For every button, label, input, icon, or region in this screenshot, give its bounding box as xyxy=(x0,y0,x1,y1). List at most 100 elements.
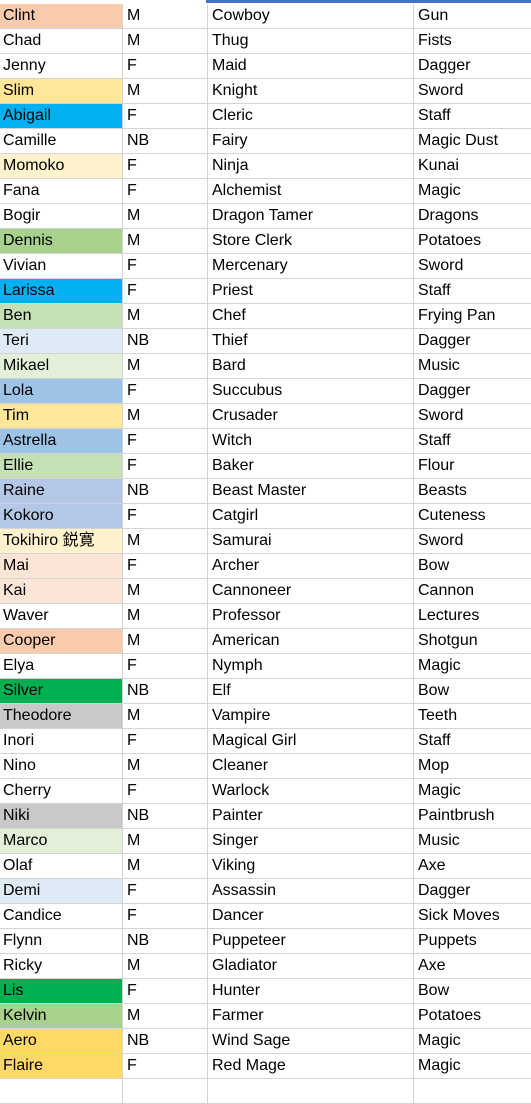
cell-gender[interactable]: M xyxy=(123,829,208,853)
cell-weapon[interactable]: Sword xyxy=(414,79,531,103)
cell-class[interactable]: Singer xyxy=(208,829,414,853)
cell-weapon[interactable]: Dagger xyxy=(414,879,531,903)
cell-gender[interactable]: F xyxy=(123,654,208,678)
cell-class[interactable]: Cleric xyxy=(208,104,414,128)
cell-class[interactable]: Puppeteer xyxy=(208,929,414,953)
cell-weapon[interactable]: Magic xyxy=(414,779,531,803)
cell-weapon[interactable]: Dagger xyxy=(414,379,531,403)
cell-gender[interactable]: NB xyxy=(123,129,208,153)
cell-class[interactable]: Bard xyxy=(208,354,414,378)
cell-name[interactable]: Aero xyxy=(0,1029,123,1053)
cell-weapon[interactable]: Staff xyxy=(414,104,531,128)
cell-name[interactable]: Inori xyxy=(0,729,123,753)
cell-class[interactable]: Knight xyxy=(208,79,414,103)
cell-class[interactable]: Viking xyxy=(208,854,414,878)
cell-class[interactable]: Cleaner xyxy=(208,754,414,778)
cell-weapon[interactable]: Cannon xyxy=(414,579,531,603)
cell-name[interactable]: Astrella xyxy=(0,429,123,453)
cell-gender[interactable]: M xyxy=(123,704,208,728)
cell-gender[interactable]: F xyxy=(123,504,208,528)
cell-weapon[interactable]: Beasts xyxy=(414,479,531,503)
cell-gender[interactable]: M xyxy=(123,229,208,253)
cell-name[interactable]: Lis xyxy=(0,979,123,1003)
cell-weapon[interactable]: Magic xyxy=(414,1054,531,1078)
cell-class[interactable]: Magical Girl xyxy=(208,729,414,753)
cell-weapon[interactable]: Paintbrush xyxy=(414,804,531,828)
cell-gender[interactable]: F xyxy=(123,729,208,753)
cell-name[interactable]: Clint xyxy=(0,4,123,28)
cell-class[interactable]: Ninja xyxy=(208,154,414,178)
cell-class[interactable]: Assassin xyxy=(208,879,414,903)
cell-class[interactable]: Mercenary xyxy=(208,254,414,278)
cell-name[interactable]: Theodore xyxy=(0,704,123,728)
cell-class[interactable]: Witch xyxy=(208,429,414,453)
cell-weapon[interactable]: Axe xyxy=(414,854,531,878)
cell-class[interactable]: Thief xyxy=(208,329,414,353)
cell-gender[interactable]: F xyxy=(123,104,208,128)
cell-weapon[interactable]: Sword xyxy=(414,254,531,278)
cell-name[interactable]: Momoko xyxy=(0,154,123,178)
cell-class[interactable]: Warlock xyxy=(208,779,414,803)
cell-class[interactable]: Farmer xyxy=(208,1004,414,1028)
cell-gender[interactable]: M xyxy=(123,854,208,878)
empty-cell[interactable] xyxy=(0,1079,123,1103)
cell-class[interactable]: Hunter xyxy=(208,979,414,1003)
cell-weapon[interactable]: Sword xyxy=(414,529,531,553)
cell-weapon[interactable]: Puppets xyxy=(414,929,531,953)
cell-class[interactable]: Red Mage xyxy=(208,1054,414,1078)
cell-name[interactable]: Cooper xyxy=(0,629,123,653)
cell-name[interactable]: Dennis xyxy=(0,229,123,253)
cell-class[interactable]: Baker xyxy=(208,454,414,478)
cell-name[interactable]: Mai xyxy=(0,554,123,578)
cell-weapon[interactable]: Bow xyxy=(414,554,531,578)
cell-weapon[interactable]: Staff xyxy=(414,279,531,303)
cell-weapon[interactable]: Music xyxy=(414,829,531,853)
cell-name[interactable]: Niki xyxy=(0,804,123,828)
cell-gender[interactable]: M xyxy=(123,629,208,653)
cell-name[interactable]: Abigail xyxy=(0,104,123,128)
cell-gender[interactable]: F xyxy=(123,154,208,178)
cell-gender[interactable]: M xyxy=(123,529,208,553)
cell-weapon[interactable]: Potatoes xyxy=(414,229,531,253)
cell-weapon[interactable]: Kunai xyxy=(414,154,531,178)
cell-gender[interactable]: F xyxy=(123,254,208,278)
cell-weapon[interactable]: Dagger xyxy=(414,54,531,78)
cell-class[interactable]: Dancer xyxy=(208,904,414,928)
cell-class[interactable]: Cowboy xyxy=(208,4,414,28)
cell-class[interactable]: Priest xyxy=(208,279,414,303)
cell-gender[interactable]: F xyxy=(123,554,208,578)
cell-class[interactable]: Dragon Tamer xyxy=(208,204,414,228)
cell-class[interactable]: Alchemist xyxy=(208,179,414,203)
cell-gender[interactable]: F xyxy=(123,1054,208,1078)
empty-cell[interactable] xyxy=(208,1079,414,1103)
cell-weapon[interactable]: Frying Pan xyxy=(414,304,531,328)
cell-class[interactable]: Vampire xyxy=(208,704,414,728)
cell-class[interactable]: Beast Master xyxy=(208,479,414,503)
cell-gender[interactable]: M xyxy=(123,404,208,428)
cell-class[interactable]: Gladiator xyxy=(208,954,414,978)
cell-gender[interactable]: M xyxy=(123,754,208,778)
cell-name[interactable]: Kokoro xyxy=(0,504,123,528)
cell-name[interactable]: Ben xyxy=(0,304,123,328)
cell-weapon[interactable]: Lectures xyxy=(414,604,531,628)
cell-gender[interactable]: M xyxy=(123,579,208,603)
cell-weapon[interactable]: Staff xyxy=(414,429,531,453)
cell-class[interactable]: Cannoneer xyxy=(208,579,414,603)
cell-class[interactable]: Nymph xyxy=(208,654,414,678)
cell-gender[interactable]: NB xyxy=(123,679,208,703)
cell-gender[interactable]: M xyxy=(123,1004,208,1028)
cell-gender[interactable]: F xyxy=(123,279,208,303)
cell-name[interactable]: Candice xyxy=(0,904,123,928)
cell-name[interactable]: Jenny xyxy=(0,54,123,78)
cell-weapon[interactable]: Bow xyxy=(414,979,531,1003)
cell-weapon[interactable]: Magic xyxy=(414,654,531,678)
cell-class[interactable]: Thug xyxy=(208,29,414,53)
cell-weapon[interactable]: Sick Moves xyxy=(414,904,531,928)
cell-gender[interactable]: F xyxy=(123,54,208,78)
cell-class[interactable]: Fairy xyxy=(208,129,414,153)
cell-class[interactable]: Wind Sage xyxy=(208,1029,414,1053)
cell-name[interactable]: Bogir xyxy=(0,204,123,228)
empty-cell[interactable] xyxy=(414,1079,531,1103)
cell-gender[interactable]: M xyxy=(123,79,208,103)
cell-class[interactable]: Crusader xyxy=(208,404,414,428)
